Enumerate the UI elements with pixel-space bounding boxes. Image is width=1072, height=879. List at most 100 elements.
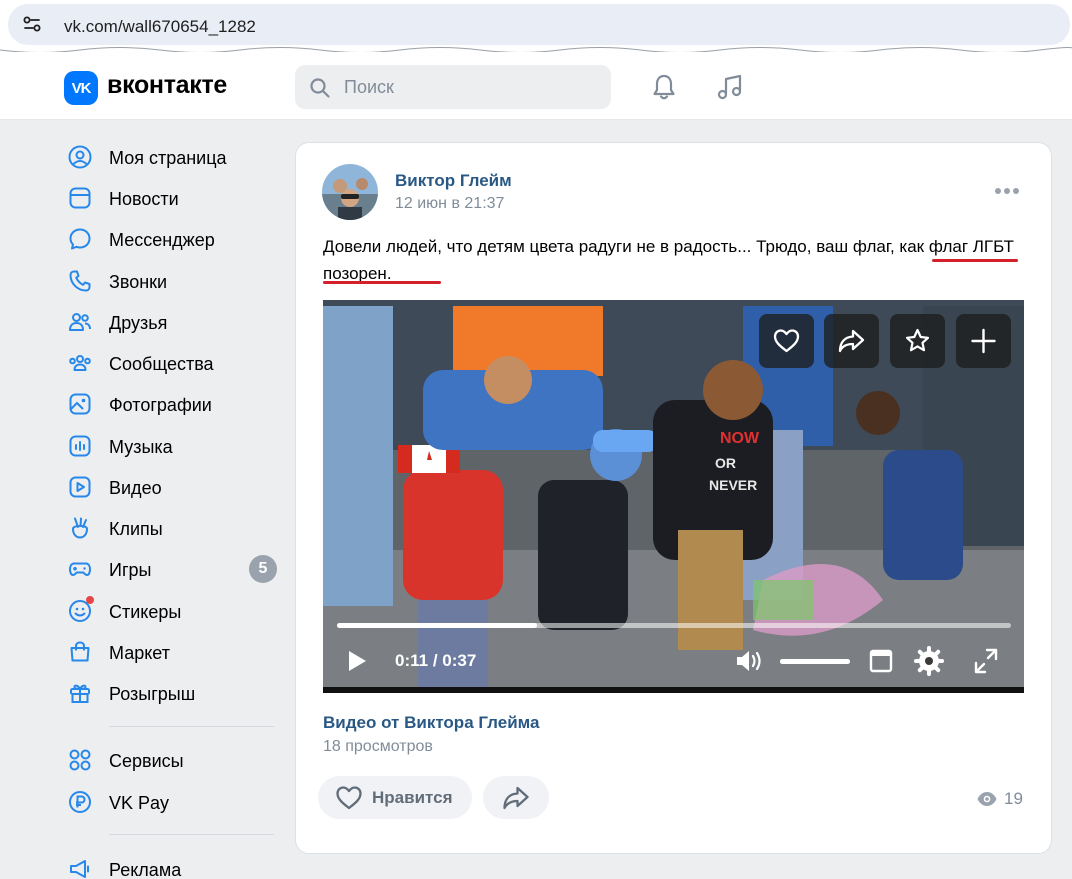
sidebar-item-label: Мессенджер — [109, 230, 215, 250]
url-field[interactable]: vk.com/wall670654_1282 — [8, 4, 1070, 45]
video-progress-bar[interactable] — [337, 623, 1011, 628]
sidebar-item-music[interactable]: Музыка — [62, 428, 282, 464]
sidebar-item-messenger[interactable]: Мессенджер — [62, 221, 282, 257]
news-icon — [69, 187, 91, 209]
music-note-icon[interactable] — [715, 72, 745, 102]
gift-icon — [70, 684, 90, 703]
theater-mode-icon[interactable] — [868, 646, 894, 676]
sidebar-item-label: Звонки — [109, 272, 168, 292]
message-icon — [69, 228, 91, 250]
shirt-text: NEVER — [709, 477, 757, 493]
sidebar-item-stickers[interactable]: Стикеры — [62, 593, 282, 629]
megaphone-icon — [70, 860, 89, 878]
gamepad-icon — [69, 562, 91, 576]
wall-post-card: Виктор Глейм 12 июн в 21:37 Довели людей… — [295, 142, 1052, 854]
video-share-button[interactable] — [824, 314, 879, 368]
video-add-button[interactable] — [956, 314, 1011, 368]
sidebar-item-market[interactable]: Маркет — [62, 634, 282, 670]
video-current-time: 0:11 — [395, 651, 429, 670]
sidebar-item-label: Друзья — [109, 313, 168, 333]
more-options-icon[interactable] — [994, 187, 1020, 195]
communities-icon — [69, 355, 91, 371]
volume-slider-fill — [780, 659, 850, 664]
sidebar-item-friends[interactable]: Друзья — [62, 304, 282, 340]
sidebar-item-label: Новости — [109, 189, 179, 209]
video-duration: 0:37 — [442, 651, 477, 670]
like-label: Нравится — [372, 788, 453, 807]
sidebar-item-ads[interactable]: Реклама — [62, 851, 282, 879]
heart-icon — [773, 329, 800, 353]
video-title-link[interactable]: Видео от Виктора Глейма — [323, 713, 539, 733]
sidebar-item-calls[interactable]: Звонки — [62, 263, 282, 299]
shirt-text: NOW — [720, 430, 760, 447]
browser-address-bar: vk.com/wall670654_1282 — [0, 0, 1072, 64]
author-avatar[interactable] — [322, 164, 378, 220]
services-icon — [69, 749, 91, 771]
sidebar-item-photos[interactable]: Фотографии — [62, 386, 282, 422]
post-text: Довели людей, что детям цвета радуги не … — [323, 237, 1014, 283]
video-like-button[interactable] — [759, 314, 814, 368]
star-icon — [905, 328, 930, 352]
sidebar-item-vk-pay[interactable]: VK Pay — [62, 784, 282, 820]
sidebar-item-communities[interactable]: Сообщества — [62, 345, 282, 381]
video-icon — [69, 476, 91, 498]
sidebar-item-giveaway[interactable]: Розыгрыш — [62, 675, 282, 711]
sidebar-item-label: VK Pay — [109, 793, 170, 813]
notifications-bell-icon[interactable] — [649, 72, 679, 102]
sidebar-item-video[interactable]: Видео — [62, 469, 282, 505]
video-player[interactable]: NOW OR NEVER 0:11 / 0:37 — [323, 300, 1024, 693]
shirt-text: OR — [715, 455, 736, 471]
vk-brand-name[interactable]: вконтакте — [107, 71, 227, 100]
search-placeholder: Поиск — [344, 77, 394, 97]
sidebar-item-label: Стикеры — [109, 602, 182, 622]
sidebar-item-label: Фотографии — [109, 395, 212, 415]
sidebar-item-news[interactable]: Новости — [62, 180, 282, 216]
clips-icon — [72, 517, 88, 539]
sidebar-item-my-page[interactable]: Моя страница — [62, 139, 282, 175]
sidebar-divider — [109, 726, 274, 727]
sidebar-item-label: Игры — [109, 560, 152, 580]
share-button[interactable] — [483, 776, 549, 819]
vk-header: VK вконтакте Поиск — [0, 52, 1072, 120]
sidebar-item-services[interactable]: Сервисы — [62, 742, 282, 778]
sidebar-item-label: Розыгрыш — [109, 684, 196, 704]
music-icon — [69, 435, 91, 457]
sidebar-item-games[interactable]: Игры 5 — [62, 551, 282, 587]
video-time: 0:11 / 0:37 — [395, 651, 477, 670]
sidebar-divider — [109, 834, 274, 835]
sidebar-item-label: Маркет — [109, 643, 170, 663]
heart-outline-icon — [336, 786, 362, 810]
photo-icon — [69, 393, 91, 415]
video-bookmark-button[interactable] — [890, 314, 945, 368]
post-date[interactable]: 12 июн в 21:37 — [395, 195, 504, 213]
settings-gear-icon[interactable] — [914, 646, 944, 676]
play-icon[interactable] — [345, 646, 369, 676]
user-circle-icon — [68, 145, 92, 169]
eye-icon — [977, 792, 997, 806]
url-text: vk.com/wall670654_1282 — [64, 17, 256, 36]
post-author-name[interactable]: Виктор Глейм — [395, 171, 512, 191]
site-info-icon[interactable] — [22, 14, 42, 34]
games-counter-badge: 5 — [249, 555, 277, 583]
share-outline-icon — [503, 786, 529, 810]
sidebar-item-label: Клипы — [109, 519, 163, 539]
red-underline-mark — [932, 259, 1018, 262]
video-views-count: 18 просмотров — [323, 738, 433, 755]
vkpay-icon — [69, 791, 91, 813]
volume-slider[interactable] — [780, 659, 850, 664]
vk-logo-icon[interactable]: VK — [64, 71, 98, 105]
plus-icon — [971, 328, 996, 354]
fullscreen-icon[interactable] — [972, 646, 1000, 676]
sidebar-item-label: Сообщества — [109, 354, 214, 374]
volume-icon[interactable] — [734, 646, 766, 676]
search-input[interactable]: Поиск — [295, 65, 611, 109]
red-underline-mark — [323, 281, 441, 284]
new-stickers-dot — [86, 596, 94, 604]
views-number: 19 — [1004, 789, 1023, 808]
like-button[interactable]: Нравится — [318, 776, 472, 819]
sidebar-item-label: Видео — [109, 478, 162, 498]
phone-icon — [69, 270, 91, 292]
sidebar-item-clips[interactable]: Клипы — [62, 510, 282, 546]
sidebar-item-label: Сервисы — [109, 751, 184, 771]
sidebar-item-label: Реклама — [109, 860, 182, 879]
